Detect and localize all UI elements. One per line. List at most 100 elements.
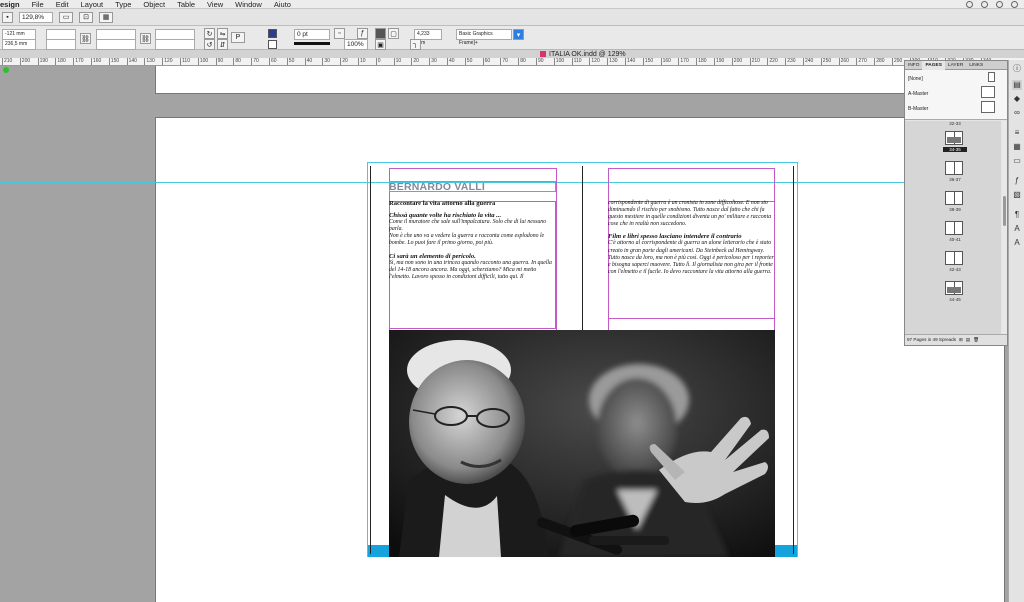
page-size-icon[interactable]: ⊞: [959, 335, 963, 345]
question-heading-2: Ci sarà un elemento di pericolo.: [389, 252, 476, 260]
fit-frame-icon[interactable]: ▢: [388, 28, 399, 39]
menu-aiuto[interactable]: Aiuto: [268, 0, 297, 9]
menu-edit[interactable]: Edit: [50, 0, 75, 9]
text-wrap-icon[interactable]: [375, 28, 386, 39]
object-style-dropdown-icon[interactable]: ▾: [513, 29, 524, 40]
clock-icon[interactable]: [981, 0, 988, 8]
scale-lock-icon[interactable]: ⛓: [140, 33, 151, 44]
pages-scrollbar[interactable]: [1002, 121, 1007, 335]
shear-field[interactable]: [155, 39, 195, 50]
glyphs-icon[interactable]: A: [1012, 238, 1022, 248]
links-icon[interactable]: ∞: [1012, 108, 1022, 118]
ruler-tick: 210: [2, 58, 13, 65]
right-article-column[interactable]: corrispondente di guerra è un cronista i…: [608, 200, 776, 276]
stroke-swatch[interactable]: [268, 40, 277, 49]
master-none-thumb[interactable]: [988, 72, 995, 82]
stroke-weight-field[interactable]: 0 pt: [294, 29, 330, 40]
menu-layout[interactable]: Layout: [75, 0, 110, 9]
spread-thumbnail[interactable]: [945, 131, 963, 145]
fx-icon[interactable]: ƒ: [357, 28, 368, 39]
tab-layer[interactable]: LAYER: [945, 61, 966, 70]
tab-links[interactable]: LINKS: [966, 61, 986, 70]
scale-y-field[interactable]: [96, 39, 136, 50]
stroke-type-preview[interactable]: [294, 42, 330, 45]
paragraph-styles-icon[interactable]: ¶: [1012, 210, 1022, 220]
spread-thumbnail[interactable]: [945, 161, 963, 175]
spread-label: 40-41: [949, 237, 961, 242]
spread-thumbnail[interactable]: [945, 281, 963, 295]
preflight-status-icon[interactable]: [3, 67, 9, 73]
menu-window[interactable]: Window: [229, 0, 268, 9]
master-b[interactable]: B-Master: [908, 106, 928, 112]
zoom-field[interactable]: 129,8%: [19, 11, 53, 23]
pages-icon[interactable]: ▤: [1012, 80, 1022, 90]
arrange-documents-icon[interactable]: ▦: [99, 11, 113, 23]
scroll-thumb[interactable]: [1003, 196, 1006, 226]
rotate-ccw-icon[interactable]: ↺: [204, 39, 215, 50]
swatches-icon[interactable]: ▦: [1012, 142, 1022, 152]
new-page-icon[interactable]: ▤: [966, 335, 970, 345]
delete-page-icon[interactable]: 🗑: [973, 335, 979, 345]
indesign-document-icon: [540, 51, 546, 57]
screen-mode-icon[interactable]: ⊡: [79, 11, 93, 23]
object-style-field[interactable]: Basic Graphics Frame]+: [456, 29, 512, 46]
tab-info[interactable]: INFO: [905, 61, 922, 70]
info-icon[interactable]: ⓘ: [1012, 64, 1022, 74]
sync-icon[interactable]: [966, 0, 973, 8]
menu-table[interactable]: Table: [171, 0, 201, 9]
master-b-thumb[interactable]: [981, 101, 995, 113]
height-field[interactable]: [46, 39, 76, 50]
ruler-tick: 250: [820, 58, 832, 65]
drop-shadow-icon[interactable]: ▫: [334, 28, 345, 39]
ruler-tick: 60: [482, 58, 491, 65]
ruler-tick: 50: [464, 58, 473, 65]
page-thumbnails-list[interactable]: 32-33 34-35 36-37 38-39 40-41 42-43 44-4…: [905, 121, 1001, 335]
bridge-icon[interactable]: ▪: [2, 11, 13, 23]
corner-shape-icon[interactable]: ┐: [410, 39, 421, 50]
character-styles-icon[interactable]: A: [1012, 224, 1022, 234]
horizontal-ruler[interactable]: 210 200 190 180 170 160 150 140 130 120 110 100 90 80…: [0, 58, 1024, 66]
text-wrap-panel-icon[interactable]: ▧: [1012, 190, 1022, 200]
menu-file[interactable]: File: [26, 0, 50, 9]
pages-panel[interactable]: INFO PAGES LAYER LINKS [None] A-Master B…: [904, 60, 1008, 346]
rotate-cw-icon[interactable]: ↻: [204, 28, 215, 39]
y-field[interactable]: 236,5 mm: [2, 39, 36, 50]
select-container-icon[interactable]: P: [231, 32, 245, 43]
pages-footer: 97 Pages in 49 Spreads ⊞ ▤ 🗑: [905, 334, 1007, 345]
menu-view[interactable]: View: [201, 0, 229, 9]
view-options-icon[interactable]: ▭: [59, 11, 73, 23]
portrait-photo-frame[interactable]: [389, 330, 775, 557]
answer-body-2: Sì, ma non sono in una trincea quando ra…: [389, 259, 552, 280]
spread-label: 42-43: [949, 267, 961, 272]
spread-thumbnail[interactable]: [945, 251, 963, 265]
master-a-thumb[interactable]: [981, 86, 995, 98]
flip-horizontal-icon[interactable]: ⇋: [217, 28, 228, 39]
spread-thumbnail[interactable]: [945, 191, 963, 205]
effects-icon[interactable]: ƒ: [1012, 176, 1022, 186]
spread-thumbnail[interactable]: [945, 221, 963, 235]
left-article-column[interactable]: Raccontare la vita attorno alla guerra C…: [389, 200, 557, 281]
notification-icon[interactable]: [996, 0, 1003, 8]
menu-type[interactable]: Type: [109, 0, 137, 9]
app-menu[interactable]: esign: [0, 0, 26, 9]
menu-object[interactable]: Object: [137, 0, 171, 9]
fit-content-icon[interactable]: ▣: [375, 39, 386, 50]
constrain-proportions-icon[interactable]: ⛓: [80, 33, 91, 44]
previous-spread[interactable]: [155, 66, 1005, 94]
fill-swatch[interactable]: [268, 29, 277, 38]
flip-vertical-icon[interactable]: ⇵: [217, 39, 228, 50]
wifi-icon[interactable]: [1011, 0, 1018, 8]
stroke-icon[interactable]: ≡: [1012, 128, 1022, 138]
master-a[interactable]: A-Master: [908, 91, 928, 97]
document-tab[interactable]: ITALIA OK.indd @ 129%: [540, 50, 626, 58]
master-none[interactable]: [None]: [908, 76, 923, 82]
author-name[interactable]: BERNARDO VALLI: [389, 181, 485, 193]
spread-label-selected: 34-35: [943, 147, 967, 152]
ruler-tick: 80: [518, 58, 526, 65]
question-heading-1: Chissà quante volte ha rischiato la vita…: [389, 212, 502, 220]
gradient-icon[interactable]: ▭: [1012, 156, 1022, 166]
opacity-field[interactable]: 100%: [344, 39, 368, 50]
ruler-tick: 40: [304, 58, 313, 65]
tab-pages[interactable]: PAGES: [922, 60, 945, 70]
layers-icon[interactable]: ◆: [1012, 94, 1022, 104]
